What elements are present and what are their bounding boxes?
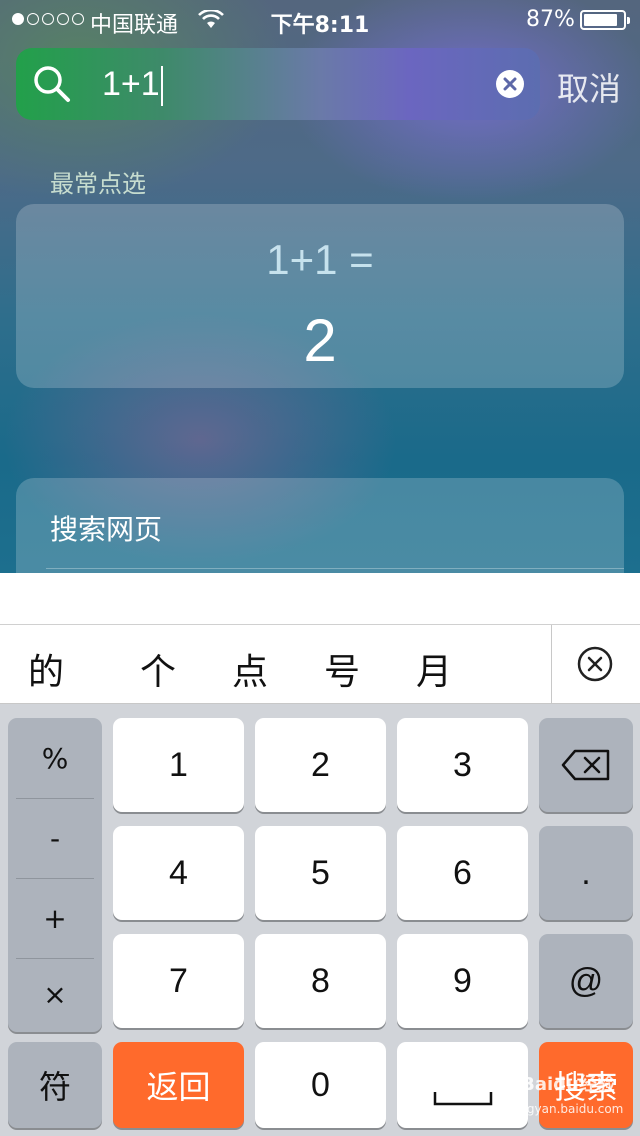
key-5[interactable]: 5 — [255, 826, 386, 920]
battery-icon — [580, 10, 630, 30]
key-4[interactable]: 4 — [113, 826, 244, 920]
calculator-result-card[interactable]: 1+1 = 2 — [16, 204, 624, 388]
clear-icon — [503, 77, 517, 91]
section-title-top-hits: 最常点选 — [50, 170, 146, 198]
input-strip — [0, 573, 640, 625]
symbol-column[interactable]: % - + × — [8, 718, 102, 1032]
baidu-watermark: Baidu经验 jingyan.baidu.com — [500, 1068, 636, 1132]
candidate-word[interactable]: 号 — [324, 643, 360, 695]
calculation-expression: 1+1 = — [266, 236, 374, 283]
candidate-word[interactable]: 月 — [416, 643, 452, 695]
key-minus[interactable]: - — [8, 798, 102, 878]
watermark-logo-text: Baidu经验 — [521, 1074, 615, 1095]
symbols-toggle-button[interactable]: 符 — [8, 1042, 102, 1128]
web-search-label: 搜索网页 — [50, 513, 163, 546]
battery-percentage: 87% — [526, 7, 575, 32]
candidate-bar: 的 个 点 号 月 — [0, 624, 640, 705]
key-dot[interactable]: . — [539, 826, 633, 920]
return-label: 返回 — [146, 1068, 211, 1106]
backspace-icon — [561, 749, 610, 781]
candidate-word[interactable]: 点 — [232, 643, 268, 695]
key-2[interactable]: 2 — [255, 718, 386, 812]
search-icon — [34, 66, 70, 102]
space-icon — [433, 1092, 492, 1106]
candidate-word[interactable]: 的 — [28, 643, 64, 695]
search-query: 1+1 — [102, 65, 160, 103]
symbols-toggle-label: 符 — [38, 1068, 71, 1106]
key-8[interactable]: 8 — [255, 934, 386, 1028]
close-candidates-icon[interactable] — [576, 645, 614, 683]
calculation-result: 2 — [303, 307, 337, 374]
status-bar: 中国联通 下午8:11 87% — [0, 0, 640, 40]
key-0[interactable]: 0 — [255, 1042, 386, 1128]
search-input[interactable]: 1+1 — [102, 62, 163, 107]
key-plus[interactable]: + — [8, 878, 102, 958]
key-3[interactable]: 3 — [397, 718, 528, 812]
key-1[interactable]: 1 — [113, 718, 244, 812]
divider — [46, 568, 624, 569]
candidate-word[interactable]: 个 — [140, 643, 176, 695]
divider — [551, 625, 552, 705]
watermark-url: jingyan.baidu.com — [512, 1102, 624, 1116]
text-cursor — [160, 66, 163, 107]
search-bar[interactable]: 1+1 — [16, 48, 540, 120]
backspace-button[interactable] — [539, 718, 633, 812]
key-9[interactable]: 9 — [397, 934, 528, 1028]
key-6[interactable]: 6 — [397, 826, 528, 920]
clear-search-button[interactable] — [496, 70, 524, 98]
key-percent[interactable]: % — [8, 718, 102, 798]
return-button[interactable]: 返回 — [113, 1042, 244, 1128]
key-at[interactable]: @ — [539, 934, 633, 1028]
cancel-button[interactable]: 取消 — [557, 64, 621, 110]
key-multiply[interactable]: × — [8, 954, 102, 1034]
key-7[interactable]: 7 — [113, 934, 244, 1028]
